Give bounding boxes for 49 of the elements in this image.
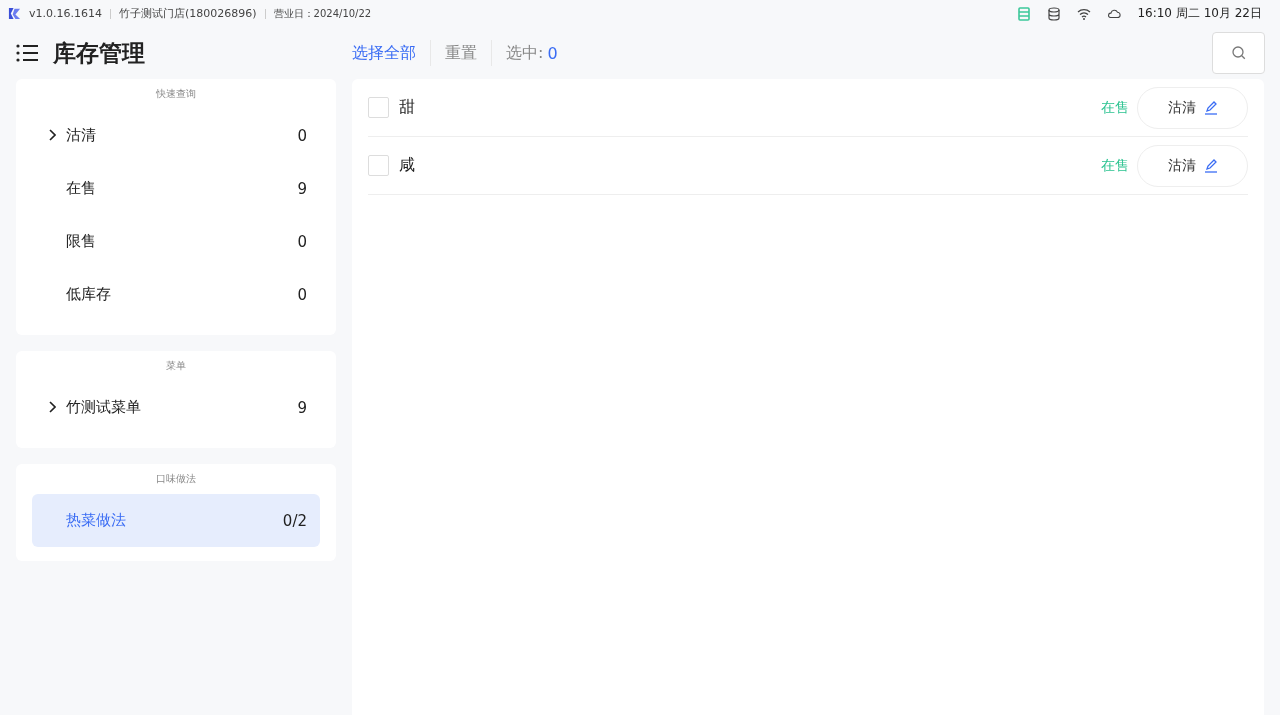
item-count: 0	[297, 126, 307, 145]
search-button[interactable]	[1212, 32, 1265, 74]
select-all-button[interactable]: 选择全部	[352, 42, 416, 64]
app-logo-icon	[8, 7, 21, 20]
item-label: 竹测试菜单	[66, 398, 142, 417]
reset-button[interactable]: 重置	[445, 42, 477, 64]
item-count: 0	[297, 285, 307, 304]
item-label: 限售	[66, 232, 97, 251]
chevron-right-icon	[48, 401, 56, 413]
pencil-icon	[1203, 158, 1218, 173]
chevron-right-icon	[48, 129, 56, 141]
item-label: 热菜做法	[66, 511, 127, 530]
sold-out-button[interactable]: 沽清	[1137, 144, 1248, 187]
item-count: 9	[297, 398, 307, 417]
checkbox[interactable]	[368, 97, 389, 118]
sidebar-item[interactable]: 低库存 0	[32, 268, 320, 321]
section-title: 口味做法	[155, 472, 197, 486]
database-icon	[1047, 6, 1062, 21]
selected-count: 0	[547, 43, 558, 63]
business-day: 营业日：2024/10/22	[273, 6, 372, 21]
checkbox[interactable]	[368, 155, 389, 176]
sidebar-item[interactable]: 限售 0	[32, 215, 320, 268]
search-icon	[1230, 45, 1247, 61]
section-title: 菜单	[165, 359, 187, 373]
status-text: 在售	[1101, 98, 1129, 117]
item-count: 0/2	[282, 511, 307, 530]
sidebar-item[interactable]: 热菜做法 0/2	[32, 494, 320, 547]
sidebar-item[interactable]: 竹测试菜单 9	[32, 381, 320, 434]
sidebar-item[interactable]: 沽清 0	[32, 109, 320, 162]
selected-label: 选中:	[506, 42, 544, 64]
item-count: 9	[297, 179, 307, 198]
item-label: 低库存	[66, 285, 112, 304]
item-count: 0	[297, 232, 307, 251]
server-icon	[1017, 6, 1032, 21]
clock-text: 16:10 周二 10月 22日	[1137, 5, 1262, 22]
version-text: v1.0.16.1614	[29, 7, 102, 20]
store-name: 竹子测试门店(180026896)	[119, 6, 257, 21]
wifi-icon	[1077, 6, 1092, 21]
item-label: 在售	[66, 179, 97, 198]
item-label: 沽清	[66, 126, 97, 145]
page-title: 库存管理	[53, 38, 145, 68]
sidebar-item[interactable]: 在售 9	[32, 162, 320, 215]
sold-out-button[interactable]: 沽清	[1137, 86, 1248, 129]
section-title: 快速查询	[155, 87, 197, 101]
status-text: 在售	[1101, 156, 1129, 175]
item-name: 咸	[399, 155, 416, 176]
item-name: 甜	[399, 97, 416, 118]
menu-icon[interactable]	[16, 44, 38, 62]
pencil-icon	[1203, 100, 1218, 115]
